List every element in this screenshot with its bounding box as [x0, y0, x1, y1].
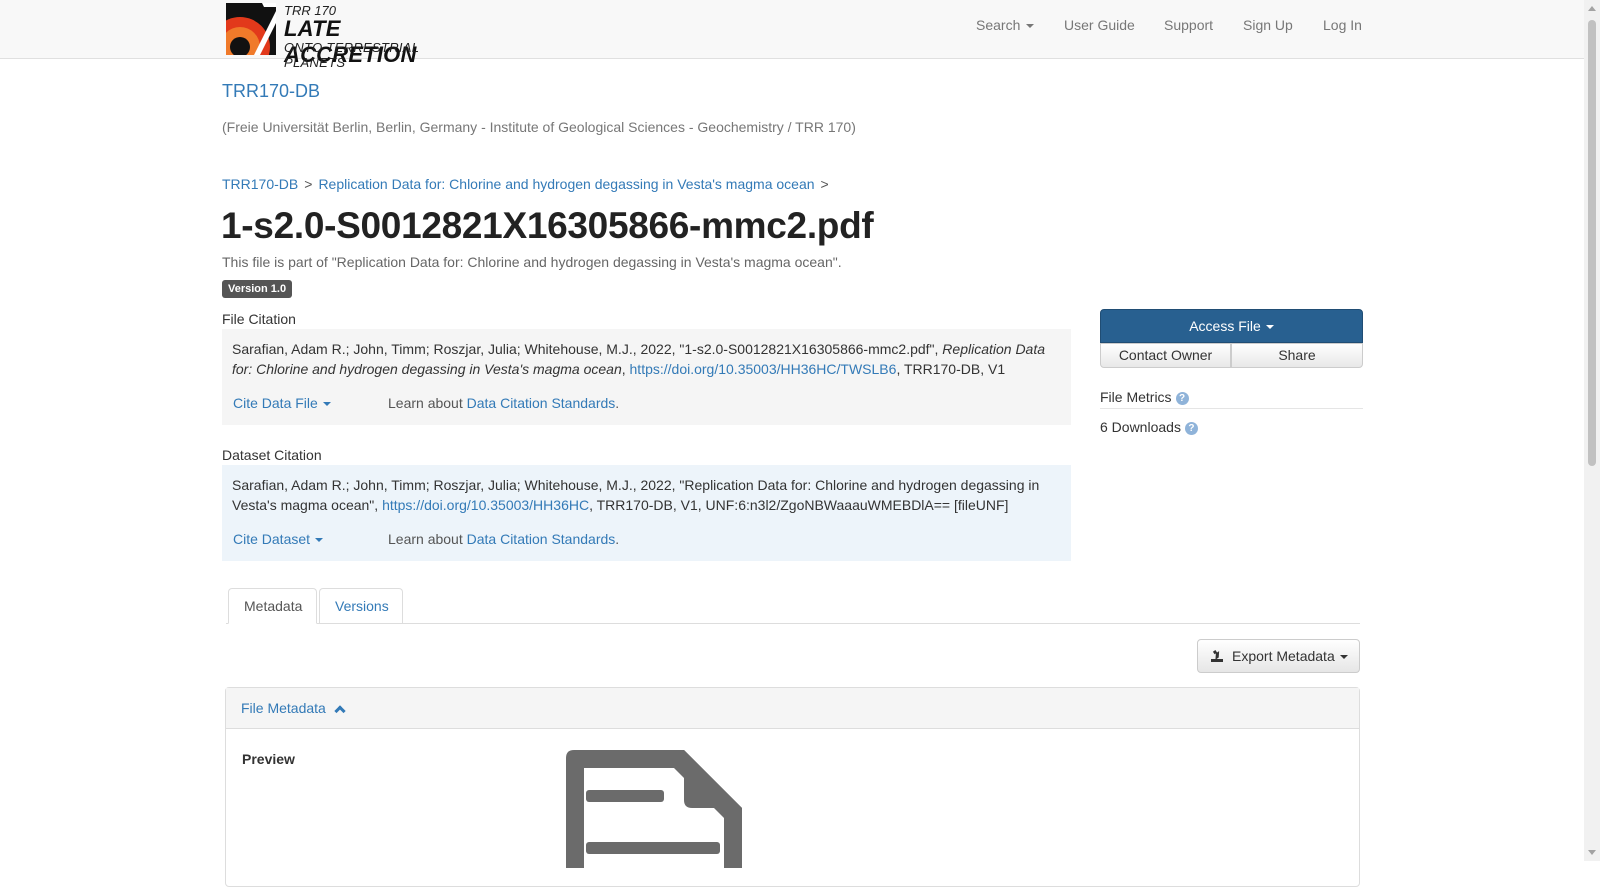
file-metadata-toggle[interactable]: File Metadata — [226, 688, 1359, 729]
cite-data-file-button[interactable]: Cite Data File — [233, 395, 331, 411]
site-logo[interactable]: TRR 170 LATE ACCRETION ONTO TERRESTRIAL … — [226, 3, 466, 70]
tab-metadata[interactable]: Metadata — [228, 588, 317, 624]
scrollbar-thumb[interactable] — [1588, 20, 1596, 466]
chevron-up-icon — [334, 705, 346, 717]
nav-search-label: Search — [976, 17, 1021, 33]
breadcrumb-root-link[interactable]: TRR170-DB — [222, 176, 298, 192]
download-count: 6 Downloads? — [1100, 419, 1198, 435]
dataverse-title-link[interactable]: TRR170-DB — [222, 81, 320, 102]
page-scrollbar[interactable] — [1584, 0, 1600, 861]
dataset-citation-box: Sarafian, Adam R.; John, Timm; Roszjar, … — [222, 465, 1071, 561]
divider — [1100, 408, 1363, 409]
learn-suffix: . — [615, 395, 620, 411]
file-citation-box: Sarafian, Adam R.; John, Timm; Roszjar, … — [222, 329, 1071, 425]
page-title: 1-s2.0-S0012821X16305866-mmc2.pdf — [221, 205, 874, 246]
breadcrumb-separator: > — [820, 176, 829, 192]
learn-prefix: Learn about — [388, 395, 467, 411]
file-citation-label: File Citation — [222, 311, 296, 327]
caret-down-icon — [1339, 655, 1348, 660]
cite-dataset-label: Cite Dataset — [233, 531, 311, 547]
file-citation-doi-link[interactable]: https://doi.org/10.35003/HH36HC/TWSLB6 — [630, 361, 897, 377]
cite-data-file-label: Cite Data File — [233, 395, 318, 411]
access-file-button[interactable]: Access File — [1100, 309, 1363, 343]
data-citation-standards-link[interactable]: Data Citation Standards — [467, 531, 616, 547]
access-file-label: Access File — [1189, 318, 1261, 334]
share-button[interactable]: Share — [1231, 343, 1363, 368]
file-document-icon[interactable] — [564, 748, 744, 868]
scroll-up-arrow-icon[interactable] — [1588, 6, 1596, 11]
version-badge: Version 1.0 — [222, 280, 293, 298]
nav-log-in[interactable]: Log In — [1323, 17, 1362, 33]
breadcrumb-dataset-link[interactable]: Replication Data for: Chlorine and hydro… — [318, 176, 814, 192]
dataset-citation-actions: Cite Dataset Learn about Data Citation S… — [233, 529, 619, 549]
file-citation-sep: , — [621, 361, 630, 377]
contact-owner-button[interactable]: Contact Owner — [1100, 343, 1231, 368]
learn-suffix: . — [615, 531, 620, 547]
preview-label: Preview — [242, 751, 295, 767]
file-metadata-heading: File Metadata — [241, 700, 326, 716]
tab-versions[interactable]: Versions — [319, 588, 403, 624]
dataset-citation-tail: , TRR170-DB, V1, UNF:6:n3l2/ZgoNBWaaauWM… — [589, 497, 1009, 513]
dataverse-affiliation: (Freie Universität Berlin, Berlin, Germa… — [222, 119, 856, 135]
learn-prefix: Learn about — [388, 531, 467, 547]
dataset-citation-doi-link[interactable]: https://doi.org/10.35003/HH36HC — [382, 497, 589, 513]
scroll-down-arrow-icon[interactable] — [1588, 850, 1596, 855]
question-circle-icon[interactable]: ? — [1175, 392, 1189, 405]
nav-support[interactable]: Support — [1164, 17, 1213, 33]
nav-user-guide[interactable]: User Guide — [1064, 17, 1135, 33]
file-citation-tail: , TRR170-DB, V1 — [896, 361, 1006, 377]
cite-dataset-button[interactable]: Cite Dataset — [233, 531, 324, 547]
navbar: TRR 170 LATE ACCRETION ONTO TERRESTRIAL … — [0, 0, 1584, 70]
file-parent-note: This file is part of "Replication Data f… — [222, 254, 842, 270]
export-metadata-button[interactable]: Export Metadata — [1197, 639, 1360, 673]
breadcrumb: TRR170-DB > Replication Data for: Chlorine… — [222, 176, 835, 192]
caret-down-icon — [1265, 325, 1274, 330]
dataset-citation-label: Dataset Citation — [222, 447, 322, 463]
file-citation-actions: Cite Data File Learn about Data Citation… — [233, 393, 619, 413]
export-metadata-label: Export Metadata — [1232, 648, 1335, 664]
learn-citation-standards: Learn about Data Citation Standards. — [388, 393, 619, 413]
downloads-label: 6 Downloads — [1100, 419, 1181, 435]
file-citation-authors: Sarafian, Adam R.; John, Timm; Roszjar, … — [232, 341, 943, 357]
dataset-citation-text: Sarafian, Adam R.; John, Timm; Roszjar, … — [232, 475, 1061, 515]
logo-line-3: ONTO TERRESTRIAL PLANETS — [284, 40, 420, 70]
logo-mark-icon — [226, 3, 276, 55]
nav-sign-up[interactable]: Sign Up — [1243, 17, 1293, 33]
file-citation-text: Sarafian, Adam R.; John, Timm; Roszjar, … — [232, 339, 1061, 379]
learn-citation-standards: Learn about Data Citation Standards. — [388, 529, 619, 549]
caret-down-icon — [315, 538, 324, 543]
caret-down-icon — [322, 402, 331, 407]
question-circle-icon[interactable]: ? — [1184, 422, 1198, 435]
data-citation-standards-link[interactable]: Data Citation Standards — [467, 395, 616, 411]
file-metrics-label: File Metrics — [1100, 389, 1172, 405]
breadcrumb-separator: > — [304, 176, 313, 192]
file-metrics: File Metrics? — [1100, 389, 1189, 405]
file-metadata-panel: File Metadata Preview — [225, 687, 1360, 887]
caret-down-icon — [1026, 24, 1035, 29]
export-icon — [1211, 650, 1223, 662]
nav-search[interactable]: Search — [976, 17, 1035, 33]
